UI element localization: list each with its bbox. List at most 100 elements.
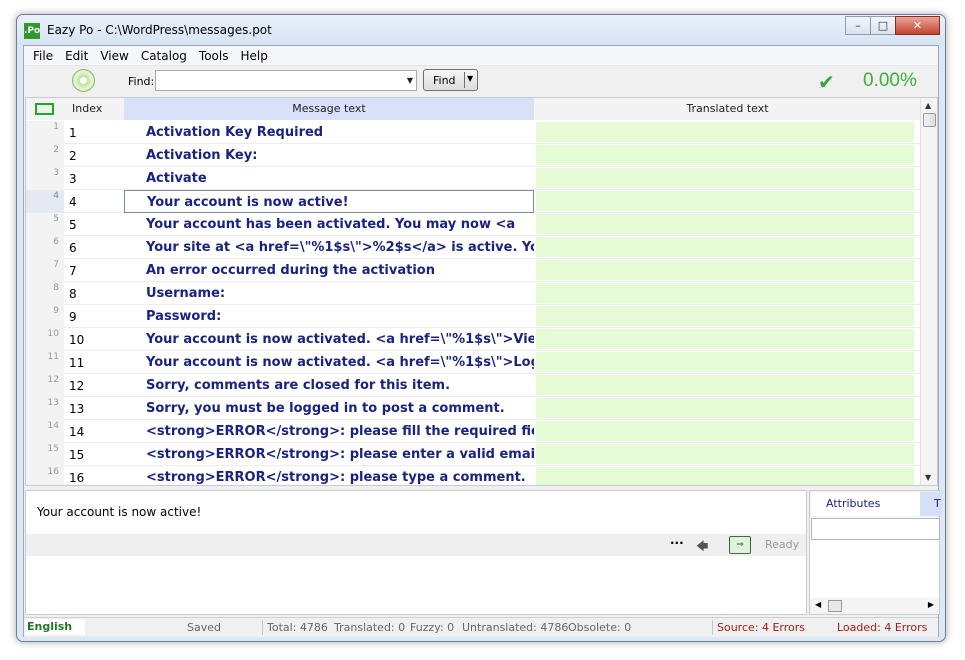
table-row[interactable]: 14 14 <strong>ERROR</strong>: please fill … bbox=[26, 420, 921, 443]
message-cell[interactable]: Activation Key: bbox=[124, 144, 534, 167]
menu-edit[interactable]: Edit bbox=[59, 49, 94, 63]
menu-file[interactable]: File bbox=[27, 49, 59, 63]
message-cell[interactable]: Your account is now active! bbox=[124, 190, 534, 213]
minimize-button[interactable]: – bbox=[845, 16, 871, 35]
status-obsolete: Obsolete: 0 bbox=[568, 621, 632, 634]
table-row[interactable]: 3 3 Activate bbox=[26, 167, 921, 190]
row-index: 13 bbox=[69, 402, 85, 416]
table-row[interactable]: 15 15 <strong>ERROR</strong>: please enter… bbox=[26, 443, 921, 466]
menu-catalog[interactable]: Catalog bbox=[135, 49, 193, 63]
translated-cell[interactable] bbox=[536, 283, 914, 303]
translated-cell[interactable] bbox=[536, 306, 914, 326]
scroll-left-icon[interactable]: ◀ bbox=[815, 600, 821, 609]
message-cell[interactable]: Your account is now activated. <a href=\… bbox=[124, 328, 534, 351]
close-button[interactable]: ✕ bbox=[895, 16, 940, 35]
scroll-thumb[interactable] bbox=[923, 113, 936, 127]
translated-cell[interactable] bbox=[536, 329, 914, 349]
message-cell[interactable]: Your site at <a href=\"%1$s\">%2$s</a> i… bbox=[124, 236, 534, 259]
translated-cell[interactable] bbox=[536, 444, 914, 464]
hscroll-thumb[interactable] bbox=[828, 600, 842, 612]
message-grid[interactable]: Index Message text Translated text 1 1 Act… bbox=[25, 97, 938, 486]
progress-percent: 0.00% bbox=[863, 70, 917, 91]
row-index: 14 bbox=[69, 425, 85, 439]
find-button[interactable]: Find ▼ bbox=[423, 69, 478, 91]
title-bar[interactable]: .Po Eazy Po - C:\WordPress\messages.pot … bbox=[17, 15, 945, 45]
column-header-translated[interactable]: Translated text bbox=[534, 98, 921, 120]
message-cell[interactable]: Your account is now activated. <a href=\… bbox=[124, 351, 534, 374]
toolbar: Find: ▼ Find ▼ ✔ 0.00% bbox=[24, 66, 938, 96]
table-row[interactable]: 10 10 Your account is now activated. <a hr… bbox=[26, 328, 921, 351]
table-row[interactable]: 8 8 Username: bbox=[26, 282, 921, 305]
row-index: 16 bbox=[69, 471, 85, 485]
message-cell[interactable]: <strong>ERROR</strong>: please type a co… bbox=[124, 466, 534, 485]
table-row[interactable]: 13 13 Sorry, you must be logged in to post… bbox=[26, 397, 921, 420]
row-index: 12 bbox=[69, 379, 85, 393]
row-index: 5 bbox=[69, 218, 77, 232]
chevron-down-icon[interactable]: ▼ bbox=[407, 76, 413, 85]
row-number: 1 bbox=[26, 121, 64, 144]
message-cell[interactable]: Username: bbox=[124, 282, 534, 305]
translated-cell[interactable] bbox=[536, 145, 914, 165]
table-row[interactable]: 9 9 Password: bbox=[26, 305, 921, 328]
message-cell[interactable]: Sorry, you must be logged in to post a c… bbox=[124, 397, 534, 420]
message-cell[interactable]: Activate bbox=[124, 167, 534, 190]
scroll-up-icon[interactable]: ▲ bbox=[925, 101, 931, 110]
row-number: 11 bbox=[26, 351, 64, 374]
message-cell[interactable]: <strong>ERROR</strong>: please enter a v… bbox=[124, 443, 534, 466]
menu-view[interactable]: View bbox=[94, 49, 134, 63]
table-row[interactable]: 5 5 Your account has been activated. You m… bbox=[26, 213, 921, 236]
translated-cell[interactable] bbox=[536, 260, 914, 280]
horizontal-scrollbar[interactable]: ◀ ▶ bbox=[810, 598, 939, 614]
column-select-icon[interactable] bbox=[26, 98, 64, 120]
menu-tools[interactable]: Tools bbox=[193, 49, 235, 63]
row-index: 3 bbox=[69, 172, 77, 186]
table-row[interactable]: 16 16 <strong>ERROR</strong>: please type … bbox=[26, 466, 921, 485]
table-row[interactable]: 12 12 Sorry, comments are closed for this … bbox=[26, 374, 921, 397]
checkmark-icon: ✔ bbox=[818, 70, 835, 94]
find-options-chevron-icon[interactable]: ▼ bbox=[467, 74, 473, 83]
message-cell[interactable]: An error occurred during the activation bbox=[124, 259, 534, 282]
message-cell[interactable]: Sorry, comments are closed for this item… bbox=[124, 374, 534, 397]
column-header-message[interactable]: Message text bbox=[124, 98, 534, 120]
translated-cell[interactable] bbox=[536, 168, 914, 188]
more-options-button[interactable]: ··· bbox=[670, 536, 684, 550]
translated-cell[interactable] bbox=[536, 375, 914, 395]
scroll-right-icon[interactable]: ▶ bbox=[928, 600, 934, 609]
find-input[interactable]: ▼ bbox=[155, 70, 417, 91]
row-index: 1 bbox=[69, 126, 77, 140]
table-row[interactable]: 1 1 Activation Key Required bbox=[26, 121, 921, 144]
translated-cell[interactable] bbox=[536, 122, 914, 142]
table-row[interactable]: 11 11 Your account is now activated. <a hr… bbox=[26, 351, 921, 374]
arrow-left-icon[interactable]: 🡄 bbox=[696, 537, 708, 558]
table-row[interactable]: 4 4 Your account is now active! bbox=[26, 190, 921, 213]
message-cell[interactable]: <strong>ERROR</strong>: please fill the … bbox=[124, 420, 534, 443]
tab-more[interactable]: T bbox=[920, 492, 942, 516]
message-cell[interactable]: Password: bbox=[124, 305, 534, 328]
table-row[interactable]: 7 7 An error occurred during the activatio… bbox=[26, 259, 921, 282]
disc-icon[interactable] bbox=[72, 69, 95, 92]
translated-cell[interactable] bbox=[536, 191, 914, 211]
vertical-scrollbar[interactable]: ▲ ▼ bbox=[920, 98, 937, 485]
column-header-index[interactable]: Index bbox=[64, 98, 124, 120]
grid-header: Index Message text Translated text bbox=[26, 98, 921, 120]
status-translated: Translated: 0 bbox=[334, 621, 406, 634]
scroll-down-icon[interactable]: ▼ bbox=[925, 473, 931, 482]
translated-cell[interactable] bbox=[536, 237, 914, 257]
row-number: 15 bbox=[26, 443, 64, 466]
table-row[interactable]: 6 6 Your site at <a href=\"%1$s\">%2$s</a>… bbox=[26, 236, 921, 259]
attribute-field[interactable] bbox=[811, 518, 940, 540]
status-fuzzy: Fuzzy: 0 bbox=[410, 621, 455, 634]
menu-help[interactable]: Help bbox=[234, 49, 273, 63]
translated-cell[interactable] bbox=[536, 398, 914, 418]
maximize-button[interactable]: □ bbox=[870, 16, 896, 35]
insert-icon[interactable]: ⇒ bbox=[729, 536, 751, 554]
translated-cell[interactable] bbox=[536, 421, 914, 441]
message-cell[interactable]: Activation Key Required bbox=[124, 121, 534, 144]
message-cell[interactable]: Your account has been activated. You may… bbox=[124, 213, 534, 236]
tab-attributes[interactable]: Attributes bbox=[811, 492, 920, 516]
translated-cell[interactable] bbox=[536, 467, 914, 485]
translated-cell[interactable] bbox=[536, 214, 914, 234]
translation-input[interactable] bbox=[26, 556, 806, 614]
translated-cell[interactable] bbox=[536, 352, 914, 372]
table-row[interactable]: 2 2 Activation Key: bbox=[26, 144, 921, 167]
